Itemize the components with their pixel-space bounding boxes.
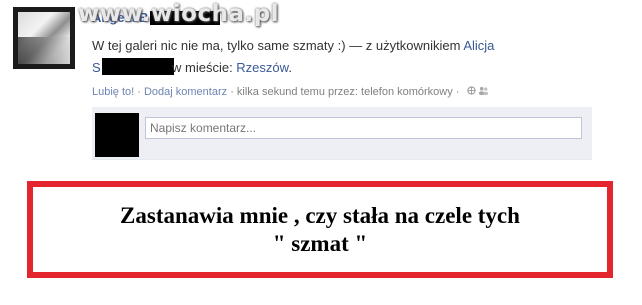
location-link[interactable]: Rzeszów bbox=[236, 60, 288, 75]
caption-text: Zastanawia mnie , czy stała na czele tyc… bbox=[33, 202, 607, 258]
facebook-post: Angela B www.wiocha.pl W tej galeri nic … bbox=[0, 0, 642, 170]
add-comment-link[interactable]: Dodaj komentarz bbox=[144, 86, 227, 98]
caption-line2: " szmat " bbox=[272, 231, 368, 256]
author-avatar[interactable] bbox=[13, 7, 75, 69]
meta-sep: · bbox=[452, 86, 463, 98]
location-suffix: . bbox=[288, 60, 292, 75]
post-timestamp: kilka sekund temu przez: telefon komórko… bbox=[236, 86, 453, 98]
avatar-shade bbox=[18, 37, 70, 64]
location-prefix: w mieście: bbox=[172, 60, 237, 75]
post-text-line1: W tej galeri nic nie ma, tylko same szma… bbox=[92, 38, 494, 53]
commenter-avatar bbox=[95, 113, 139, 157]
like-link[interactable]: Lubię to! bbox=[92, 86, 134, 98]
meta-sep: · bbox=[134, 86, 144, 98]
tagged-user-initial[interactable]: S bbox=[92, 60, 101, 75]
meta-sep: · bbox=[227, 86, 237, 98]
globe-icon bbox=[466, 86, 476, 98]
caption-line1: Zastanawia mnie , czy stała na czele tyc… bbox=[120, 203, 520, 228]
with-separator: — z użytkownikiem bbox=[345, 38, 464, 53]
tagged-user-link[interactable]: Alicja bbox=[463, 38, 494, 53]
post-message: W tej galeri nic nie ma, tylko same szma… bbox=[92, 38, 346, 53]
people-icon bbox=[478, 86, 489, 98]
watermark: www.wiocha.pl bbox=[78, 1, 280, 27]
caption-frame: Zastanawia mnie , czy stała na czele tyc… bbox=[27, 181, 613, 278]
tagged-surname-redaction bbox=[102, 58, 174, 75]
post-text-line2: w mieście: Rzeszów. bbox=[172, 60, 292, 75]
post-actions: Lubię to! · Dodaj komentarz · kilka seku… bbox=[92, 86, 489, 98]
comment-input[interactable] bbox=[145, 117, 582, 139]
